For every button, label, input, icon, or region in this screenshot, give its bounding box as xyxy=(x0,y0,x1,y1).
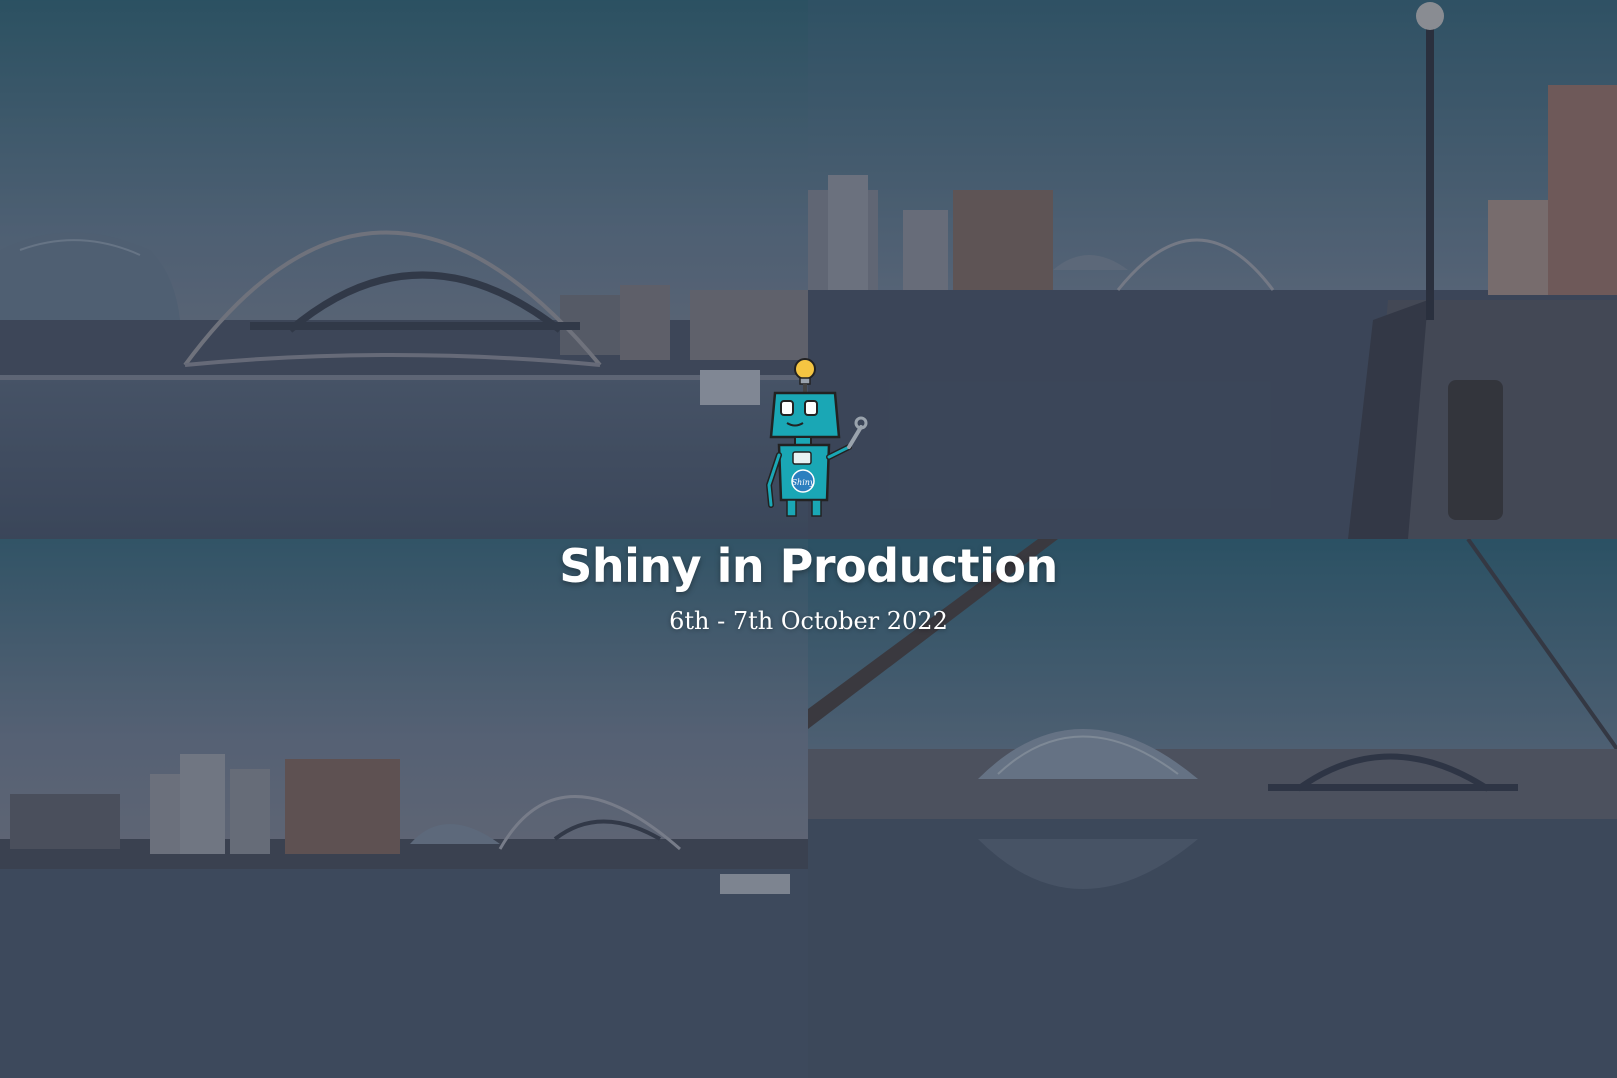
event-dates: 6th - 7th October 2022 xyxy=(669,607,948,635)
shiny-robot-mascot-icon: Shiny xyxy=(757,355,877,525)
hero: Shiny Shiny in Production 6th - 7th Octo… xyxy=(0,355,1617,635)
mascot-badge-text: Shiny xyxy=(791,478,814,487)
event-title: Shiny in Production xyxy=(559,539,1058,593)
